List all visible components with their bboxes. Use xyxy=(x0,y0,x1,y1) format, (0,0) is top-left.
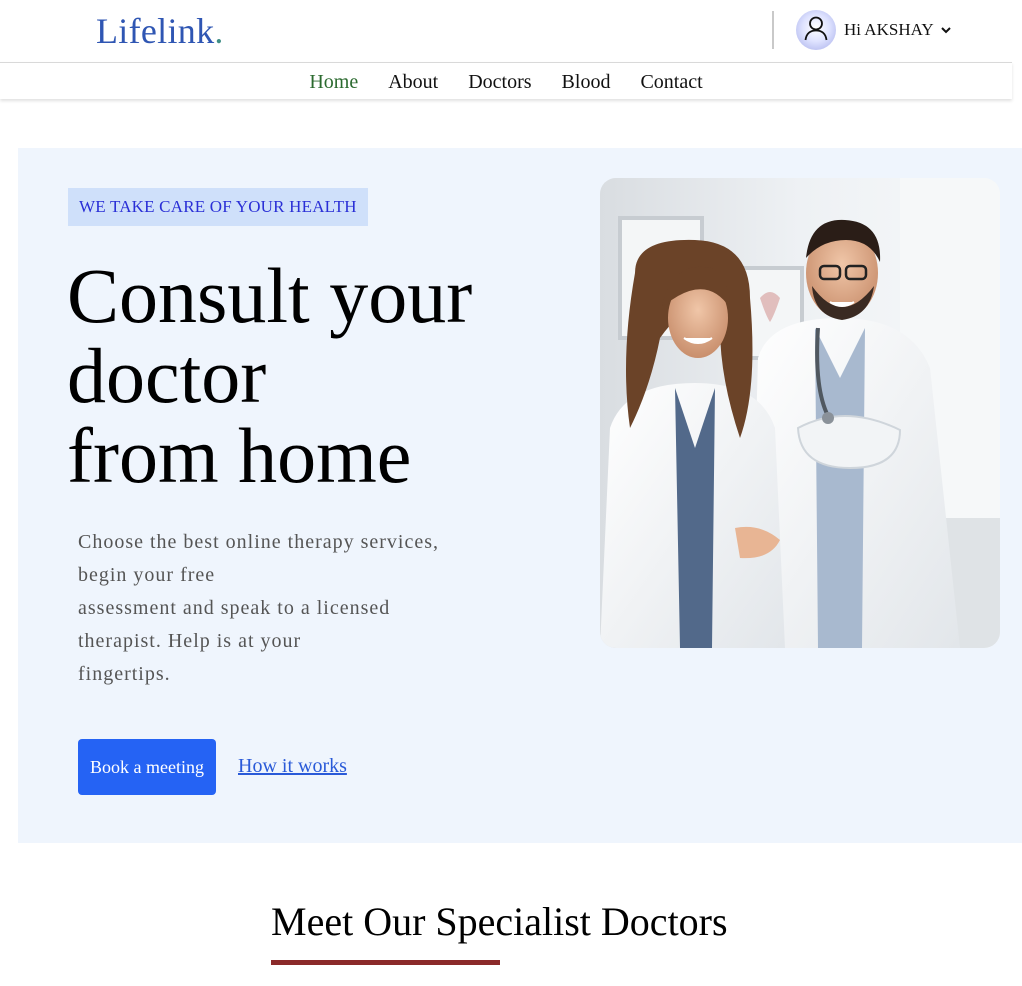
doctors-photo xyxy=(600,178,1000,648)
description-line: Choose the best online therapy services, xyxy=(78,531,440,553)
description-line: fingertips. xyxy=(78,663,171,685)
user-greeting[interactable]: Hi AKSHAY xyxy=(844,20,934,40)
user-avatar[interactable] xyxy=(796,10,836,50)
description-line: therapist. Help is at your xyxy=(78,630,302,652)
user-icon xyxy=(803,15,829,46)
description-line: assessment and speak to a licensed xyxy=(78,597,391,619)
hero-headline: Consult your doctor from home xyxy=(67,256,587,496)
headline-line: doctor xyxy=(67,332,267,419)
brand-name: Lifelink xyxy=(96,11,215,51)
headline-line: Consult your xyxy=(67,252,473,339)
nav-item-home[interactable]: Home xyxy=(309,71,358,94)
brand-logo[interactable]: Lifelink. xyxy=(96,10,224,52)
nav-item-doctors[interactable]: Doctors xyxy=(468,71,531,94)
how-it-works-link[interactable]: How it works xyxy=(238,755,347,778)
hero-description: Choose the best online therapy services,… xyxy=(78,526,498,691)
nav-item-contact[interactable]: Contact xyxy=(640,71,702,94)
brand-dot: . xyxy=(214,11,224,51)
description-line: begin your free xyxy=(78,564,216,586)
chevron-down-icon[interactable] xyxy=(940,24,952,36)
user-menu[interactable]: Hi AKSHAY xyxy=(796,10,952,50)
nav-item-blood[interactable]: Blood xyxy=(562,71,611,94)
book-meeting-button[interactable]: Book a meeting xyxy=(78,739,216,795)
section-title: Meet Our Specialist Doctors xyxy=(271,899,728,944)
hero-section: WE TAKE CARE OF YOUR HEALTH Consult your… xyxy=(18,148,1022,843)
nav-item-about[interactable]: About xyxy=(388,71,438,94)
nav-list: Home About Doctors Blood Contact xyxy=(0,71,1012,94)
section-title-underline xyxy=(271,960,500,965)
headline-line: from home xyxy=(67,412,412,499)
hero-tagline: WE TAKE CARE OF YOUR HEALTH xyxy=(68,188,368,226)
main-nav: Home About Doctors Blood Contact xyxy=(0,62,1012,99)
header-divider xyxy=(772,11,774,49)
site-header: Lifelink. Hi AKSHAY xyxy=(0,0,1012,62)
